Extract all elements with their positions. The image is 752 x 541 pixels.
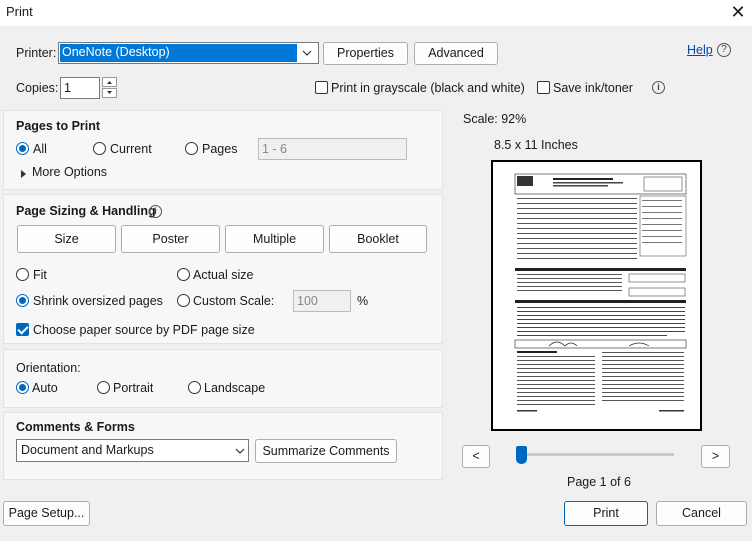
radio-portrait-label: Portrait [113,381,154,395]
chevron-down-icon [234,445,246,457]
booklet-button[interactable]: Booklet [329,225,427,253]
scale-text: Scale: 92% [463,112,527,126]
radio-custom-scale-label: Custom Scale: [193,294,275,308]
orientation-panel [3,349,443,408]
print-button[interactable]: Print [564,501,648,526]
radio-custom-scale[interactable] [177,294,190,307]
properties-button[interactable]: Properties [323,42,408,65]
paper-source-label: Choose paper source by PDF page size [33,323,255,337]
poster-button[interactable]: Poster [121,225,220,253]
grayscale-label: Print in grayscale (black and white) [331,81,525,95]
grayscale-checkbox[interactable] [315,81,328,94]
radio-all[interactable] [16,142,29,155]
page-slider-thumb[interactable] [516,446,527,464]
arrow-down-icon [107,91,112,94]
custom-scale-input[interactable]: 100 [293,290,351,312]
orientation-heading: Orientation: [16,361,81,375]
help-link[interactable]: Help [687,43,713,57]
radio-current-label: Current [110,142,152,156]
radio-fit[interactable] [16,268,29,281]
radio-portrait[interactable] [97,381,110,394]
radio-auto[interactable] [16,381,29,394]
copies-label: Copies: [16,81,59,95]
page-indicator: Page 1 of 6 [567,475,631,489]
radio-pages[interactable] [185,142,198,155]
window-title: Print [6,4,33,19]
close-icon[interactable]: ✕ [729,1,747,23]
comments-forms-select[interactable]: Document and Markups [16,439,249,462]
printer-label: Printer: [16,46,57,60]
help-icon[interactable]: ? [717,43,731,57]
page-sizing-heading: Page Sizing & Handling [16,204,156,218]
radio-fit-label: Fit [33,268,47,282]
comments-forms-selected-value: Document and Markups [21,443,154,457]
next-page-button[interactable]: > [701,445,730,468]
radio-auto-label: Auto [32,381,58,395]
size-button[interactable]: Size [17,225,116,253]
summarize-comments-button[interactable]: Summarize Comments [255,439,397,463]
expand-triangle-icon[interactable] [20,167,28,178]
chevron-down-icon [301,47,313,59]
radio-landscape[interactable] [188,381,201,394]
advanced-button[interactable]: Advanced [414,42,498,65]
document-thumbnail [509,170,692,420]
title-bar [0,0,752,26]
printer-selected-value: OneNote (Desktop) [62,45,170,59]
cancel-button[interactable]: Cancel [656,501,747,526]
save-ink-label: Save ink/toner [553,81,633,95]
radio-actual-size-label: Actual size [193,268,254,282]
radio-pages-label: Pages [202,142,238,156]
copies-input[interactable]: 1 [60,77,100,99]
paper-source-checkbox[interactable] [16,323,29,336]
copies-down-button[interactable] [102,88,117,98]
radio-landscape-label: Landscape [204,381,266,395]
more-options-toggle[interactable]: More Options [32,165,107,179]
radio-all-label: All [33,142,47,156]
previous-page-button[interactable]: < [462,445,490,468]
printer-select[interactable]: OneNote (Desktop) [58,42,319,64]
page-setup-button[interactable]: Page Setup... [3,501,90,526]
radio-shrink-oversized[interactable] [16,294,29,307]
pages-range-input[interactable]: 1 - 6 [258,138,407,160]
arrow-up-icon [107,81,112,84]
paper-size-text: 8.5 x 11 Inches [494,138,578,152]
page-slider-track[interactable] [516,453,674,456]
radio-current[interactable] [93,142,106,155]
percent-label: % [357,294,369,308]
info-icon[interactable]: i [652,81,665,94]
copies-up-button[interactable] [102,77,117,87]
comments-forms-heading: Comments & Forms [16,420,135,434]
save-ink-checkbox[interactable] [537,81,550,94]
page-sizing-info-icon[interactable]: i [149,205,162,218]
radio-actual-size[interactable] [177,268,190,281]
pages-to-print-heading: Pages to Print [16,119,101,133]
radio-shrink-oversized-label: Shrink oversized pages [33,294,163,308]
multiple-button[interactable]: Multiple [225,225,324,253]
